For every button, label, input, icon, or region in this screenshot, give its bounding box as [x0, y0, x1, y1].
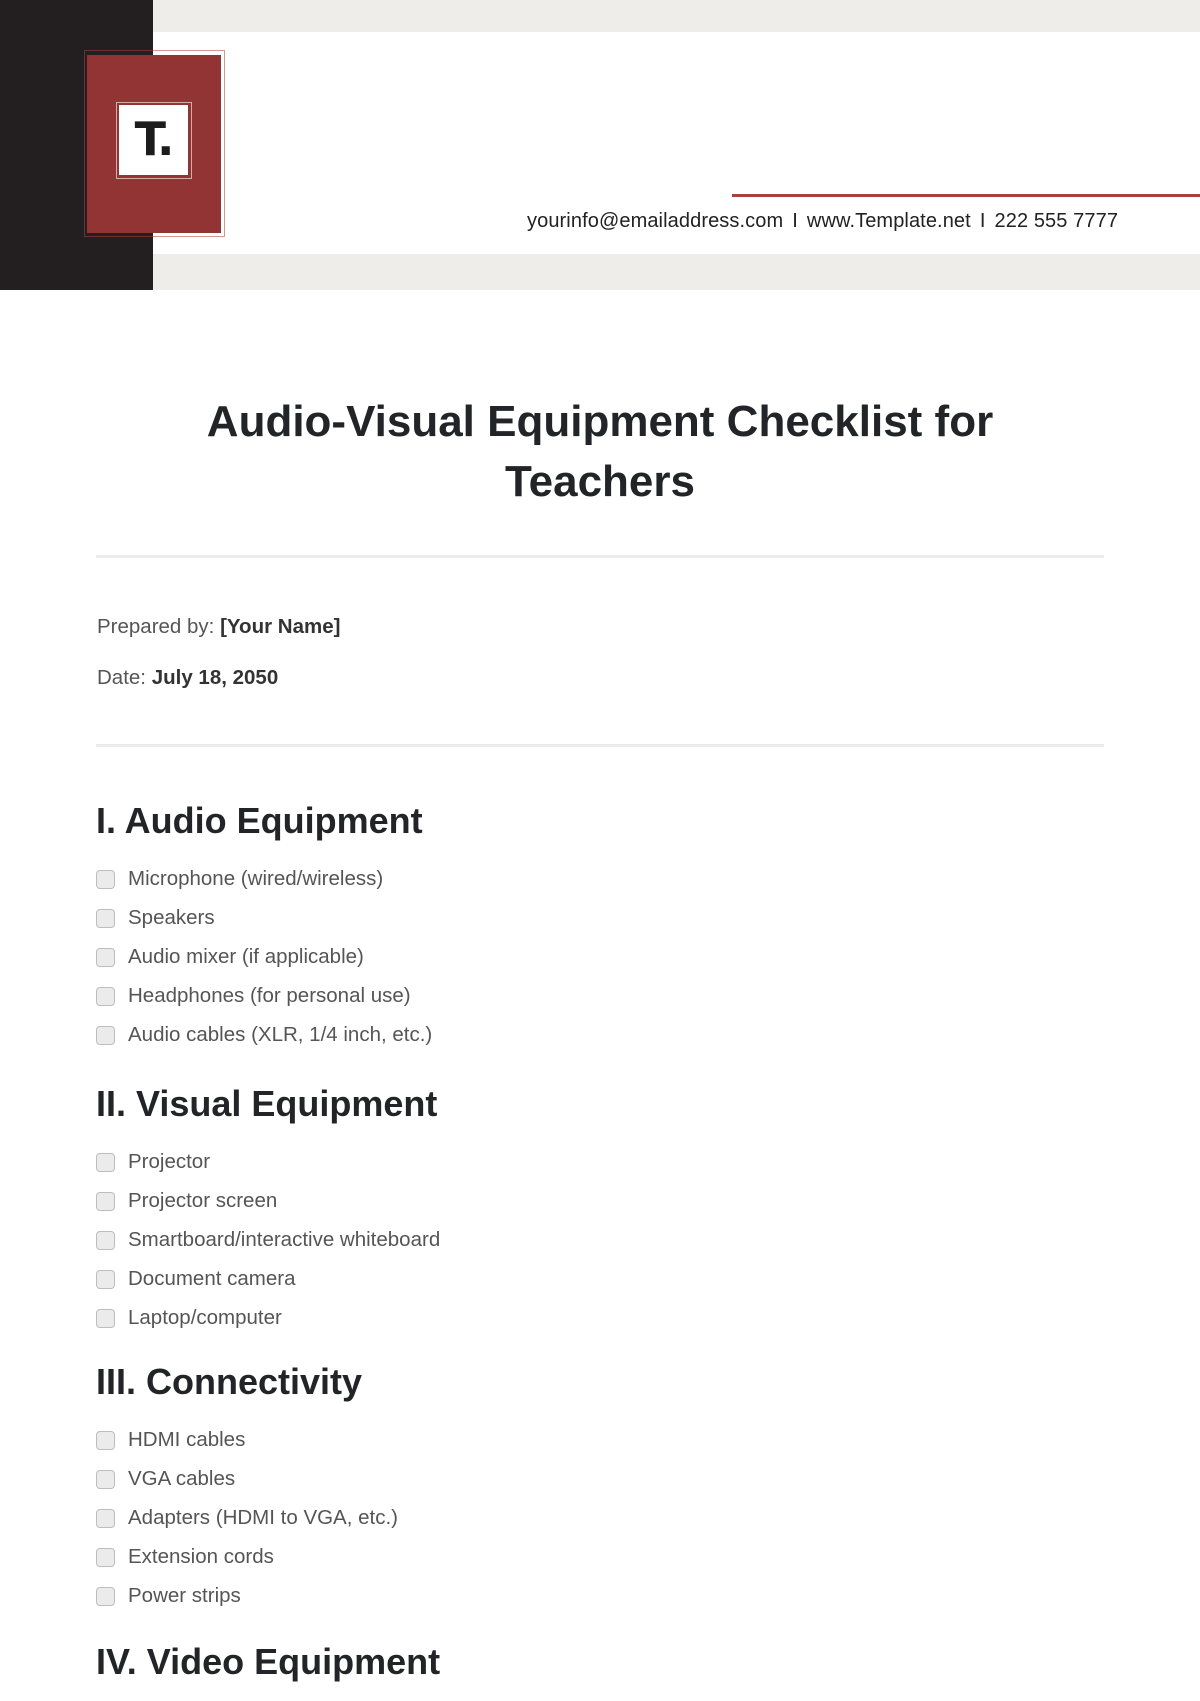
page-title: Audio-Visual Equipment Checklist for Tea… — [96, 392, 1104, 512]
date: Date: July 18, 2050 — [97, 666, 278, 690]
header-top-band — [0, 0, 1200, 32]
checklist-item[interactable]: Projector screen — [96, 1189, 277, 1213]
checklist-item[interactable]: Extension cords — [96, 1545, 274, 1569]
checkbox[interactable] — [96, 986, 115, 1006]
checklist-item[interactable]: Speakers — [96, 906, 215, 930]
checkbox[interactable] — [96, 1430, 115, 1450]
checklist-item[interactable]: Document camera — [96, 1267, 295, 1291]
section-heading: IV. Video Equipment — [96, 1641, 441, 1682]
header-red-rule — [732, 194, 1200, 197]
section-heading: III. Connectivity — [96, 1361, 363, 1402]
checklist-item[interactable]: Adapters (HDMI to VGA, etc.) — [96, 1506, 398, 1530]
contact-info: yourinfo@emailaddress.com Iwww.Template.n… — [527, 210, 1167, 233]
checklist-item-label: Headphones (for personal use) — [128, 984, 411, 1007]
checklist-item-label: Projector screen — [128, 1189, 278, 1212]
checklist-item-label: Smartboard/interactive whiteboard — [128, 1228, 441, 1251]
checklist-item[interactable]: Laptop/computer — [96, 1306, 282, 1330]
checkbox[interactable] — [96, 1025, 115, 1045]
checklist-item[interactable]: Audio cables (XLR, 1/4 inch, etc.) — [96, 1023, 432, 1047]
checklist-item[interactable]: Projector — [96, 1150, 210, 1174]
checkbox[interactable] — [96, 908, 115, 928]
checklist-item-label: VGA cables — [128, 1467, 236, 1490]
checkbox[interactable] — [96, 1469, 115, 1489]
prepared-by: Prepared by: [Your Name] — [97, 615, 340, 639]
checklist-item-label: Speakers — [128, 906, 215, 929]
contact-separator: I — [792, 210, 798, 232]
section-heading: I. Audio Equipment — [96, 800, 423, 841]
checkbox[interactable] — [96, 947, 115, 967]
checkbox[interactable] — [96, 1152, 115, 1172]
checkbox[interactable] — [96, 1308, 115, 1328]
checklist-item-label: Document camera — [128, 1267, 296, 1290]
section-heading: II. Visual Equipment — [96, 1083, 438, 1124]
checklist-item-label: Audio cables (XLR, 1/4 inch, etc.) — [128, 1023, 433, 1046]
checkbox[interactable] — [96, 1269, 115, 1289]
page-title-line-1: Audio-Visual Equipment Checklist for — [206, 397, 994, 446]
checkbox[interactable] — [96, 1547, 115, 1567]
checklist-item-label: Laptop/computer — [128, 1306, 282, 1329]
checklist-item-label: Adapters (HDMI to VGA, etc.) — [128, 1506, 398, 1529]
checklist-item-label: Audio mixer (if applicable) — [128, 945, 364, 968]
checklist-item-label: Extension cords — [128, 1545, 274, 1568]
checklist-item-label: HDMI cables — [128, 1428, 246, 1451]
checklist-item-label: Power strips — [128, 1584, 241, 1607]
checkbox[interactable] — [96, 1191, 115, 1211]
header-bottom-band — [0, 254, 1200, 290]
prepared-by-value: [Your Name] — [220, 615, 341, 638]
checklist-item-label: Microphone (wired/wireless) — [128, 867, 384, 890]
date-label: Date: — [97, 666, 146, 689]
checklist-item-label: Projector — [128, 1150, 211, 1173]
checkbox[interactable] — [96, 869, 115, 889]
checkbox[interactable] — [96, 1230, 115, 1250]
checklist-item[interactable]: VGA cables — [96, 1467, 235, 1491]
checklist-item[interactable]: Power strips — [96, 1584, 241, 1608]
checklist-item[interactable]: HDMI cables — [96, 1428, 245, 1452]
date-value: July 18, 2050 — [151, 666, 279, 689]
divider — [96, 555, 1104, 558]
checklist-item[interactable]: Headphones (for personal use) — [96, 984, 411, 1008]
contact-separator: I — [979, 210, 986, 232]
contact-website[interactable]: www.Template.net — [807, 210, 971, 232]
checklist-item[interactable]: Microphone (wired/wireless) — [96, 867, 383, 891]
divider — [96, 744, 1104, 747]
checklist-item[interactable]: Smartboard/interactive whiteboard — [96, 1228, 440, 1252]
checklist-item[interactable]: Audio mixer (if applicable) — [96, 945, 364, 969]
prepared-by-label: Prepared by: — [97, 615, 215, 638]
logo: T. — [119, 105, 188, 175]
logo-text: T. — [134, 112, 175, 166]
contact-phone[interactable]: 222 555 7777 — [995, 210, 1119, 232]
checkbox[interactable] — [96, 1508, 115, 1528]
checkbox[interactable] — [96, 1586, 115, 1606]
page-title-line-2: Teachers — [505, 457, 695, 506]
contact-email[interactable]: yourinfo@emailaddress.com — [527, 210, 783, 232]
